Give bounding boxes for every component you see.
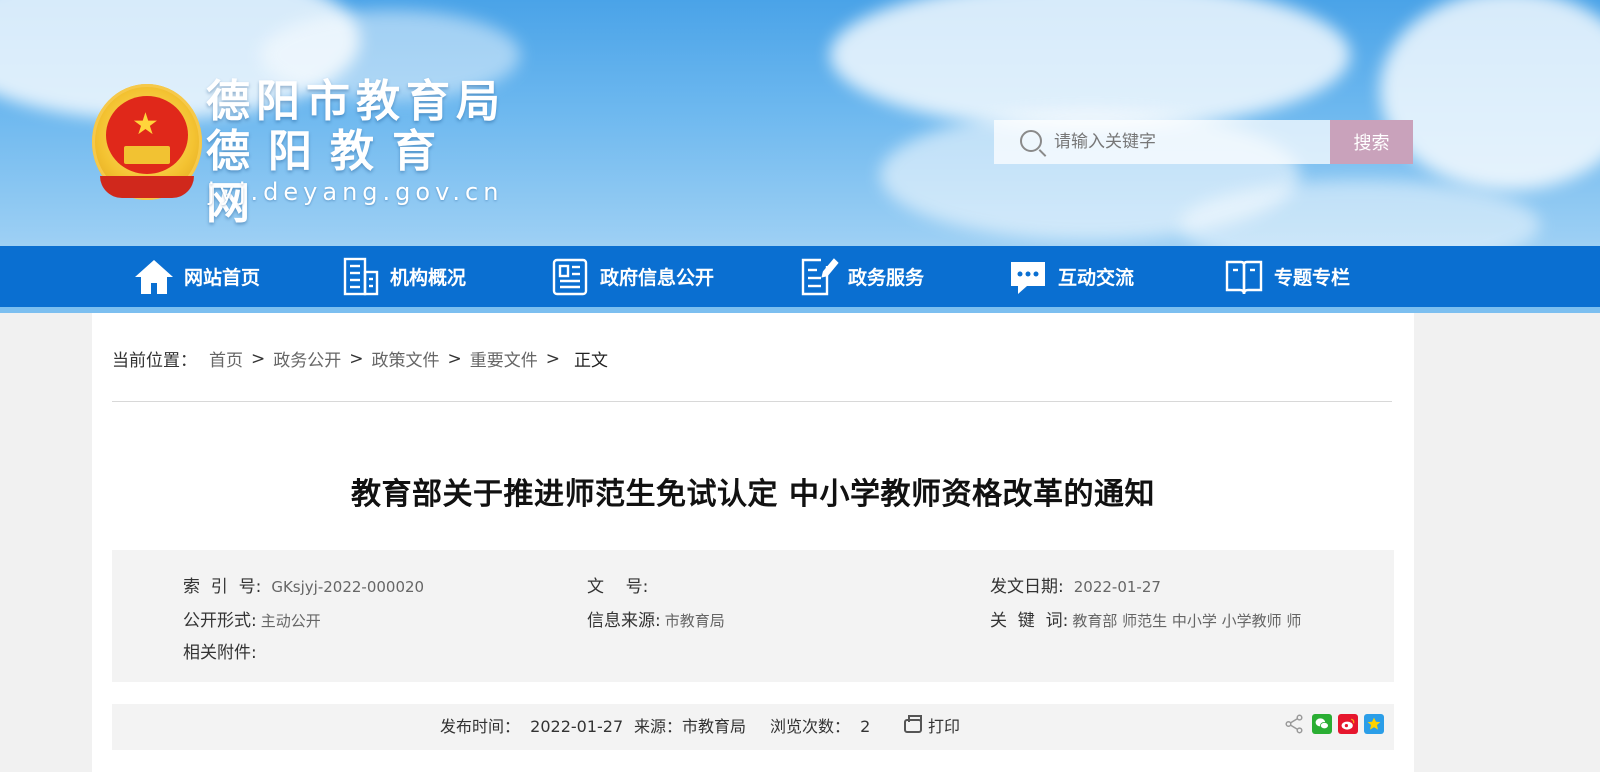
breadcrumb: 当前位置： 首页 > 政务公开 > 政策文件 > 重要文件 > 正文 (112, 346, 608, 372)
breadcrumb-current: 正文 (574, 351, 608, 371)
publish-time: 发布时间： 2022-01-27 (440, 717, 624, 736)
breadcrumb-separator: > (447, 348, 462, 369)
nav-item-special-topics[interactable]: 专题专栏 (1222, 246, 1350, 307)
article-source: 来源：市教育局 (634, 717, 747, 736)
site-domain: jyj.deyang.gov.cn (208, 178, 504, 206)
home-icon (132, 255, 176, 299)
article-info-bar: 发布时间： 2022-01-27 来源：市教育局 浏览次数： 2 打印 (112, 704, 1394, 750)
meta-value: 2022-01-27 (1073, 578, 1161, 596)
view-count: 浏览次数： 2 (770, 717, 871, 736)
nav-item-label: 政府信息公开 (600, 267, 715, 289)
nav-item-gov-info[interactable]: 政府信息公开 (548, 246, 714, 307)
breadcrumb-link-important-docs[interactable]: 重要文件 (470, 346, 538, 371)
nav-item-home[interactable]: 网站首页 (132, 246, 260, 307)
national-emblem-icon: ★ (92, 84, 202, 200)
breadcrumb-separator: > (349, 348, 364, 369)
book-icon (1222, 255, 1266, 299)
meta-value: 市教育局 (664, 612, 725, 630)
nav-item-label: 机构概况 (390, 267, 467, 289)
meta-value: GKsjyj-2022-000020 (271, 578, 425, 596)
meta-doc-no: 文 号: (587, 572, 658, 597)
content-panel: 当前位置： 首页 > 政务公开 > 政策文件 > 重要文件 > 正文 教育部关于… (92, 313, 1414, 772)
meta-label: 信息来源: (587, 611, 661, 631)
print-button[interactable]: 打印 (904, 704, 960, 750)
meta-label: 公开形式: (183, 611, 257, 631)
site-name: 德阳市教育局 (206, 76, 506, 127)
wechat-share-icon[interactable] (1312, 714, 1332, 734)
meta-label: 相关附件: (183, 643, 257, 663)
article-title: 教育部关于推进师范生免试认定 中小学教师资格改革的通知 (351, 477, 1155, 512)
search-button[interactable]: 搜索 (1330, 120, 1413, 164)
share-icons (1282, 714, 1384, 734)
breadcrumb-link-gov-affairs[interactable]: 政务公开 (273, 346, 341, 371)
article-meta-box: 索 引 号: GKsjyj-2022-000020 文 号: 发文日期: 2022-… (112, 550, 1394, 682)
building-icon (338, 255, 382, 299)
qzone-share-icon[interactable] (1364, 714, 1384, 734)
site-header: ★ 德阳市教育局 德阳教育网 jyj.deyang.gov.cn 搜索 (0, 0, 1600, 246)
meta-index-no: 索 引 号: GKsjyj-2022-000020 (183, 572, 424, 597)
breadcrumb-separator: > (251, 348, 266, 369)
meta-label: 索 引 号: (183, 577, 262, 597)
printer-icon (904, 715, 922, 733)
share-icon[interactable] (1282, 714, 1306, 734)
main-nav: 网站首页 机构概况 政府信息公开 政务服务 互动交流 专题专栏 (0, 246, 1600, 307)
nav-item-label: 专题专栏 (1274, 267, 1351, 289)
meta-info-source: 信息来源: 市教育局 (587, 606, 725, 631)
search-bar: 搜索 (994, 120, 1413, 164)
nav-item-label: 互动交流 (1058, 267, 1135, 289)
cloud-decoration (1380, 0, 1600, 190)
divider (112, 401, 1392, 402)
chat-icon (1006, 255, 1050, 299)
nav-item-label: 政务服务 (848, 267, 925, 289)
print-label: 打印 (928, 717, 961, 736)
meta-label: 文 号: (587, 577, 649, 597)
search-icon (1020, 130, 1042, 152)
breadcrumb-link-home[interactable]: 首页 (209, 346, 243, 371)
edit-document-icon (796, 255, 840, 299)
nav-item-organization[interactable]: 机构概况 (338, 246, 466, 307)
weibo-share-icon[interactable] (1338, 714, 1358, 734)
newspaper-icon (548, 255, 592, 299)
meta-attachments: 相关附件: (183, 638, 257, 663)
search-input[interactable] (1054, 120, 1324, 164)
meta-value: 教育部 师范生 中小学 小学教师 师 (1072, 612, 1302, 630)
nav-item-label: 网站首页 (184, 267, 261, 289)
meta-value: 主动公开 (260, 612, 321, 630)
breadcrumb-link-policy-docs[interactable]: 政策文件 (372, 346, 440, 371)
breadcrumb-prefix: 当前位置： (112, 351, 197, 371)
meta-issue-date: 发文日期: 2022-01-27 (990, 572, 1161, 597)
site-logo[interactable]: ★ 德阳市教育局 德阳教育网 jyj.deyang.gov.cn (90, 76, 510, 229)
breadcrumb-separator: > (545, 348, 560, 369)
nav-item-gov-service[interactable]: 政务服务 (796, 246, 924, 307)
meta-keywords: 关 键 词: 教育部 师范生 中小学 小学教师 师 (990, 606, 1301, 631)
search-box (994, 120, 1330, 164)
meta-label: 发文日期: (990, 577, 1064, 597)
nav-item-interaction[interactable]: 互动交流 (1006, 246, 1134, 307)
meta-public-form: 公开形式: 主动公开 (183, 606, 321, 631)
meta-label: 关 键 词: (990, 611, 1069, 631)
